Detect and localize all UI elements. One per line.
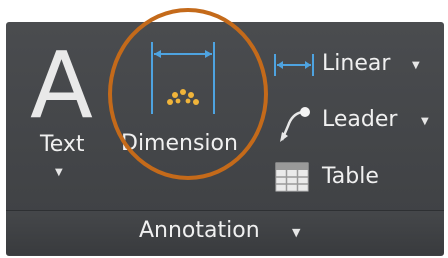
dimension-tool-label[interactable]: Dimension — [121, 132, 238, 156]
leader-dropdown-caret[interactable]: ▼ — [421, 115, 429, 128]
text-tool-label[interactable]: Text — [40, 133, 85, 157]
panel-title[interactable]: Annotation — [139, 219, 260, 243]
text-tool-dropdown-caret[interactable]: ▼ — [55, 166, 63, 179]
linear-dropdown-caret[interactable]: ▼ — [412, 59, 420, 72]
leader-tool-label[interactable]: Leader — [322, 108, 397, 132]
panel-title-caret[interactable]: ▼ — [292, 226, 300, 239]
leader-icon[interactable] — [278, 102, 314, 142]
linear-dimension-icon[interactable] — [272, 52, 316, 78]
table-icon[interactable] — [275, 162, 309, 192]
table-tool-label[interactable]: Table — [322, 165, 379, 189]
linear-tool-label[interactable]: Linear — [322, 52, 390, 76]
dimension-icon[interactable] — [148, 40, 220, 116]
text-tool-icon[interactable]: A — [30, 40, 93, 132]
